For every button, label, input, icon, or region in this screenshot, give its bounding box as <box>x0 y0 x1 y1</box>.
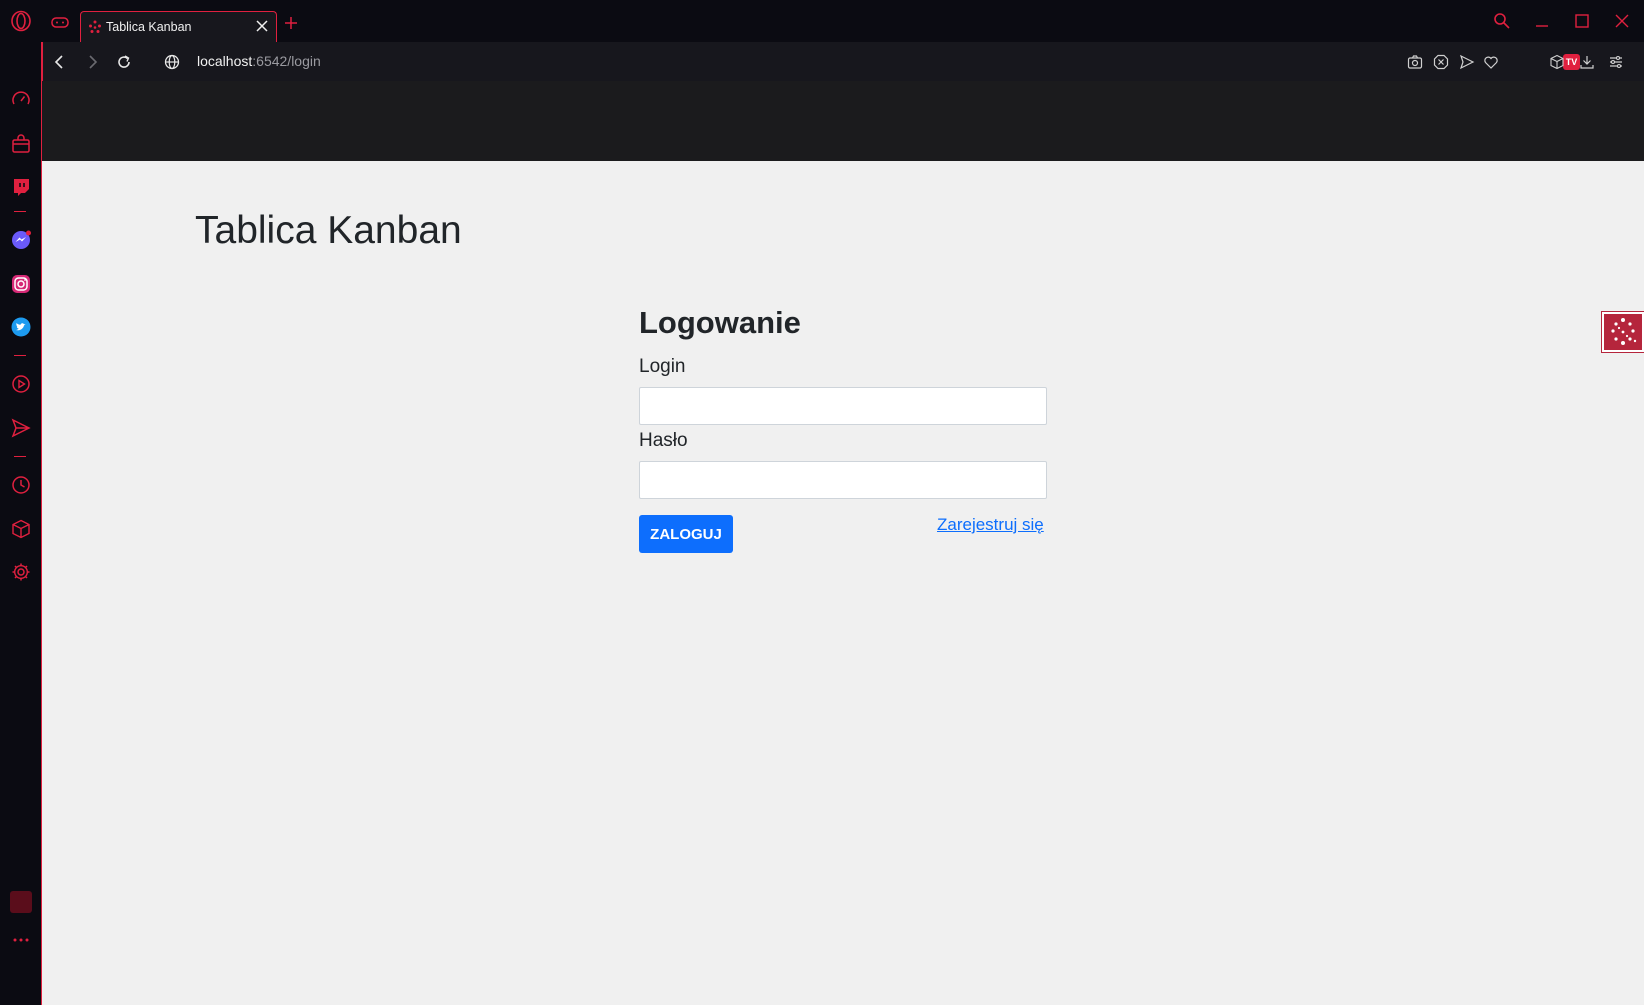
extensions-icon[interactable] <box>10 518 32 540</box>
player-icon[interactable] <box>10 373 32 395</box>
maximize-icon[interactable] <box>1572 11 1592 31</box>
site-info-globe-icon[interactable] <box>163 53 181 71</box>
address-bar: localhost:6542/login TV <box>42 42 1644 81</box>
tv-extension-icon[interactable]: TV <box>1563 54 1580 70</box>
opera-menu-icon[interactable] <box>10 10 32 32</box>
settings-icon[interactable] <box>10 561 32 583</box>
login-input[interactable] <box>639 387 1047 425</box>
more-icon[interactable] <box>10 929 32 951</box>
active-tab[interactable]: Tablica Kanban <box>80 11 277 42</box>
sidebar <box>0 42 42 1005</box>
network-dots-icon <box>1611 318 1637 345</box>
adblock-icon[interactable] <box>1433 54 1449 70</box>
reload-icon[interactable] <box>115 53 133 71</box>
search-tabs-icon[interactable] <box>1492 11 1512 31</box>
tab-title: Tablica Kanban <box>106 20 192 34</box>
browser-window: Tablica Kanban localhost:6542/login TV T… <box>0 0 1644 1005</box>
speed-dial-icon[interactable] <box>10 89 32 111</box>
password-input[interactable] <box>639 461 1047 499</box>
login-heading: Logowanie <box>639 305 801 340</box>
extensions-cube-icon[interactable] <box>1549 54 1565 70</box>
new-tab-icon[interactable] <box>284 16 298 30</box>
bookmark-heart-icon[interactable] <box>1483 54 1499 70</box>
login-button[interactable]: ZALOGUJ <box>639 515 733 553</box>
register-link[interactable]: Zarejestruj się <box>937 515 1044 535</box>
url-path: :6542/login <box>252 53 321 69</box>
floating-extension-button[interactable] <box>1601 311 1644 353</box>
snapshot-camera-icon[interactable] <box>1407 54 1423 70</box>
shopping-bag-icon[interactable] <box>10 133 32 155</box>
twitch-icon[interactable] <box>10 176 32 198</box>
web-page: Tablica Kanban Logowanie Login Hasło ZAL… <box>42 81 1644 1005</box>
forward-icon[interactable] <box>83 53 101 71</box>
login-label: Login <box>639 356 686 377</box>
downloads-icon[interactable] <box>1579 54 1595 70</box>
history-icon[interactable] <box>10 474 32 496</box>
sidebar-separator <box>14 211 26 212</box>
page-title: Tablica Kanban <box>195 209 462 252</box>
url-host: localhost <box>197 53 253 69</box>
page-navbar <box>42 81 1644 161</box>
minimize-icon[interactable] <box>1532 11 1552 31</box>
sidebar-separator <box>14 456 26 457</box>
send-icon[interactable] <box>1459 54 1475 70</box>
sidebar-separator <box>14 355 26 356</box>
tab-bar: Tablica Kanban <box>0 0 1644 42</box>
twitter-icon[interactable] <box>10 316 32 338</box>
tab-favicon-icon <box>89 20 101 33</box>
easy-setup-icon[interactable] <box>1608 54 1624 70</box>
gx-control-icon[interactable] <box>50 14 70 30</box>
profile-icon[interactable] <box>10 891 32 913</box>
url-field[interactable]: localhost:6542/login <box>197 53 321 69</box>
messenger-icon[interactable] <box>10 229 32 251</box>
back-icon[interactable] <box>51 53 69 71</box>
close-tab-icon[interactable] <box>254 18 270 34</box>
password-label: Hasło <box>639 430 688 451</box>
send-icon[interactable] <box>10 417 32 439</box>
instagram-icon[interactable] <box>10 273 32 295</box>
close-window-icon[interactable] <box>1612 11 1632 31</box>
